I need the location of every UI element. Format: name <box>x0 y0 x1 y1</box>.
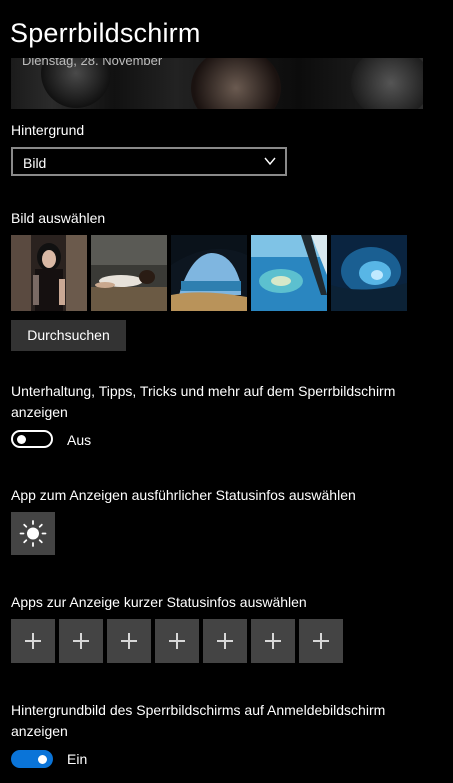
toggle-knob <box>17 435 26 444</box>
thumbnail-beach-cave[interactable] <box>171 235 247 311</box>
quick-status-slot-7[interactable] <box>299 619 343 663</box>
signin-background-label: Hintergrundbild des Sperrbildschirms auf… <box>11 702 386 739</box>
quick-status-slot-4[interactable] <box>155 619 199 663</box>
preview-date: Dienstag, 28. November <box>22 58 163 68</box>
page-title: Sperrbildschirm <box>10 18 201 48</box>
toggle-knob <box>38 755 47 764</box>
plus-icon <box>32 633 34 649</box>
thumbnail-ice-cave[interactable] <box>331 235 407 311</box>
background-dropdown-value: Bild <box>23 155 47 171</box>
choose-picture-label: Bild auswählen <box>11 210 106 226</box>
plus-icon <box>128 633 130 649</box>
chevron-down-icon <box>264 157 276 166</box>
quick-status-slot-1[interactable] <box>11 619 55 663</box>
background-label: Hintergrund <box>11 122 85 138</box>
tips-toggle[interactable] <box>11 430 53 448</box>
plus-icon <box>272 633 274 649</box>
signin-background-toggle[interactable] <box>11 750 53 768</box>
preview-texture <box>191 58 281 109</box>
plus-icon <box>320 633 322 649</box>
tips-state-label: Aus <box>67 432 92 448</box>
plus-icon <box>176 633 178 649</box>
plus-icon <box>224 633 226 649</box>
quick-status-label: Apps zur Anzeige kurzer Statusinfos ausw… <box>11 594 307 610</box>
lock-screen-preview: Dienstag, 28. November <box>11 58 423 109</box>
thumbnail-woman-lying-deck[interactable] <box>91 235 167 311</box>
detailed-status-app-button[interactable] <box>11 512 55 555</box>
quick-status-slot-5[interactable] <box>203 619 247 663</box>
signin-background-state-label: Ein <box>67 751 88 767</box>
tips-label: Unterhaltung, Tipps, Tricks und mehr auf… <box>11 383 396 420</box>
quick-status-slot-3[interactable] <box>107 619 151 663</box>
detailed-status-label: App zum Anzeigen ausführlicher Statusinf… <box>11 487 356 503</box>
thumbnail-sea-island[interactable] <box>251 235 327 311</box>
plus-icon <box>80 633 82 649</box>
quick-status-slot-6[interactable] <box>251 619 295 663</box>
thumbnail-woman-nun-costume[interactable] <box>11 235 87 311</box>
preview-texture <box>351 58 423 109</box>
quick-status-slot-2[interactable] <box>59 619 103 663</box>
weather-sun-icon <box>19 520 47 547</box>
browse-button[interactable]: Durchsuchen <box>11 320 126 351</box>
background-dropdown[interactable]: Bild <box>11 147 287 176</box>
